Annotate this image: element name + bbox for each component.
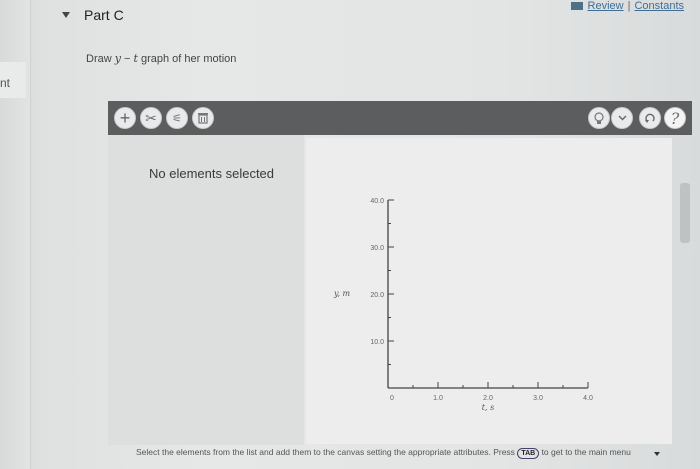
x-tick-group: 0 1.0 2.0 3.0 4.0 [390,382,593,402]
part-header[interactable]: Part C [62,6,124,24]
x-tick-label: 0 [390,395,394,402]
prompt-text-after: graph of her motion [137,53,237,65]
link-separator: | [627,0,631,12]
x-tick-label: 1.0 [433,395,443,402]
selection-status: No elements selected [149,166,275,181]
edit-attributes-icon: ⚟ [172,112,182,125]
review-constants-links: Review | Constants [570,0,684,12]
hint-button[interactable] [588,107,610,129]
prompt-dash: − [120,53,134,65]
cut-button[interactable]: ✂ [140,107,162,129]
sidebar-label: nt [0,76,11,90]
question-prompt: Draw y − t graph of her motion [86,52,236,65]
constants-link[interactable]: Constants [634,0,684,12]
edit-attributes-button[interactable]: ⚟ [166,107,188,129]
trash-icon [198,113,208,124]
hint-bulb-icon [594,111,604,124]
y-t-graph[interactable]: 10.0 20.0 30.0 40.0 0 1.0 2.0 3.0 4.0 y, m t, s [306,138,672,444]
instructions-after: to get to the main menu [541,447,631,457]
element-list-panel [108,135,304,445]
x-tick-label: 4.0 [583,395,593,402]
y-axis-label: y, m [333,289,351,298]
y-tick-label: 40.0 [370,198,384,205]
reset-button[interactable] [639,107,661,129]
scroll-down-arrow-icon[interactable] [654,452,660,456]
y-tick-label: 10.0 [370,339,384,346]
dropdown-chevron-icon [618,115,626,121]
review-link[interactable]: Review [588,0,624,12]
scissors-icon: ✂ [145,109,157,126]
instructions-text: Select the elements from the list and ad… [136,446,656,459]
x-axis-label: t, s [482,403,494,412]
graph-toolbar: + ✂ ⚟ ? [108,101,692,135]
instructions-before: Select the elements from the list and ad… [136,447,515,457]
help-icon: ? [670,108,680,128]
help-button[interactable]: ? [664,107,686,129]
scrollbar[interactable] [680,183,690,243]
part-title: Part C [84,7,124,23]
delete-button[interactable] [192,107,214,129]
y-tick-label: 30.0 [370,245,384,252]
book-icon [570,2,583,10]
add-element-button[interactable]: + [114,107,136,129]
collapse-caret-icon[interactable] [62,12,70,18]
y-tick-label: 20.0 [370,292,384,299]
tab-key-badge: TAB [517,448,540,459]
prompt-text-before: Draw [86,53,115,65]
y-tick-group: 10.0 20.0 30.0 40.0 [370,198,394,365]
x-tick-label: 2.0 [483,395,493,402]
x-tick-label: 3.0 [533,395,543,402]
reset-icon [645,113,655,123]
add-icon: + [119,107,131,128]
left-sidebar-strip: nt [0,0,31,469]
options-dropdown-button[interactable] [611,107,633,129]
